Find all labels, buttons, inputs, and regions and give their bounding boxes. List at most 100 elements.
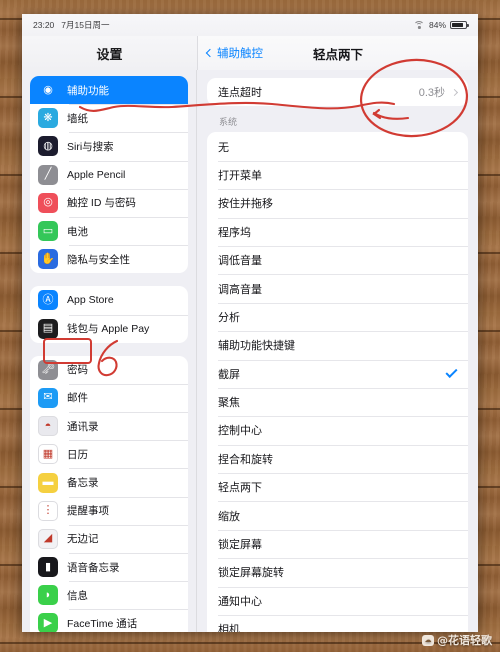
sidebar-item-label: 电池: [67, 225, 88, 238]
sidebar-item-8-g2[interactable]: ◗ 信息: [30, 581, 188, 609]
chevron-left-icon: [205, 48, 215, 58]
option-label: 捏合和旋转: [218, 453, 273, 466]
mail-icon: ✉: [38, 387, 58, 408]
option-row-5[interactable]: 调高音量: [207, 274, 468, 302]
sidebar-item-label: 邮件: [67, 392, 88, 405]
option-row-4[interactable]: 调低音量: [207, 245, 468, 274]
option-label: 聚焦: [218, 397, 240, 410]
battery-settings-icon: ▭: [38, 221, 58, 242]
option-row-14[interactable]: 锁定屏幕: [207, 529, 468, 558]
siri-icon: ◍: [38, 136, 58, 157]
option-label: 调高音量: [218, 283, 262, 296]
settings-title: 设置: [96, 46, 123, 62]
sidebar-item-label: 信息: [67, 589, 88, 602]
sidebar-item-label: Siri与搜索: [67, 140, 114, 153]
option-row-0[interactable]: 无: [207, 132, 468, 160]
option-row-9[interactable]: 聚焦: [207, 387, 468, 416]
sidebar-item-2-g2[interactable]: ◓ 通讯录: [30, 412, 188, 440]
sidebar-item-5-g2[interactable]: ⋮ 提醒事项: [30, 496, 188, 525]
app-store-icon: Ⓐ: [38, 290, 58, 311]
sidebar-item-2-g0[interactable]: ◍ Siri与搜索: [30, 132, 188, 160]
sidebar-item-1-g0[interactable]: ❋ 墙纸: [30, 104, 188, 132]
apple-pencil-icon: ╱: [38, 164, 58, 185]
sidebar-item-0-g1[interactable]: Ⓐ App Store: [30, 286, 188, 314]
sidebar-item-label: FaceTime 通话: [67, 617, 138, 630]
chevron-right-icon: [450, 88, 459, 96]
option-row-12[interactable]: 轻点两下: [207, 473, 468, 501]
option-row-2[interactable]: 按住并拖移: [207, 189, 468, 217]
sidebar-item-label: 日历: [67, 448, 88, 461]
sidebar-item-4-g0[interactable]: ◎ 触控 ID 与密码: [30, 188, 188, 217]
sidebar-item-label: 触控 ID 与密码: [67, 197, 136, 210]
option-row-7[interactable]: 辅助功能快捷键: [207, 331, 468, 359]
sidebar-item-label: 密码: [67, 364, 88, 377]
watermark-text: @花语轻歌: [437, 634, 492, 647]
contacts-icon: ◓: [38, 416, 58, 437]
weibo-icon: ☁: [422, 634, 434, 646]
facetime-icon: ▶: [38, 613, 58, 632]
option-label: 调低音量: [218, 255, 262, 268]
option-label: 分析: [218, 311, 240, 324]
options-card: 无打开菜单按住并拖移程序坞调低音量调高音量分析辅助功能快捷键 截屏聚焦控制中心捏合…: [207, 132, 468, 632]
option-row-3[interactable]: 程序坞: [207, 217, 468, 246]
timeout-value: 0.3秒: [418, 87, 445, 100]
back-button[interactable]: 辅助触控: [198, 45, 263, 61]
sidebar-item-1-g1[interactable]: ▤ 钱包与 Apple Pay: [30, 314, 188, 343]
notes-icon: ▬: [38, 472, 58, 493]
sidebar-item-label: 墙纸: [67, 112, 88, 125]
sidebar-group: Ⓐ App Store ▤ 钱包与 Apple Pay: [30, 286, 188, 343]
option-row-8[interactable]: 截屏: [207, 359, 468, 388]
option-label: 按住并拖移: [218, 198, 273, 211]
option-label: 轻点两下: [218, 482, 262, 495]
settings-sidebar[interactable]: ◉ 辅助功能 ❋ 墙纸 ◍ Siri与搜索 ╱ Apple Pencil ◎ 触控 ID 与密码 ▭…: [22, 70, 197, 632]
reminders-icon: ⋮: [38, 500, 58, 521]
sidebar-item-label: 隐私与安全性: [67, 253, 130, 266]
sidebar-item-6-g2[interactable]: ◢ 无边记: [30, 524, 188, 553]
sidebar-item-7-g2[interactable]: ▮ 语音备忘录: [30, 553, 188, 581]
back-button-label: 辅助触控: [217, 48, 263, 60]
sidebar-item-label: 通讯录: [67, 420, 99, 433]
sidebar-item-label: 备忘录: [67, 477, 99, 490]
sidebar-item-6-g0[interactable]: ✋ 隐私与安全性: [30, 245, 188, 273]
option-label: 程序坞: [218, 226, 251, 239]
sidebar-item-label: 语音备忘录: [67, 561, 120, 574]
battery-percent-label: 84%: [428, 20, 446, 30]
sidebar-item-9-g2[interactable]: ▶ FaceTime 通话: [30, 609, 188, 632]
option-row-1[interactable]: 打开菜单: [207, 160, 468, 189]
sidebar-item-5-g0[interactable]: ▭ 电池: [30, 216, 188, 245]
sidebar-item-3-g2[interactable]: ▦ 日历: [30, 440, 188, 468]
option-row-15[interactable]: 锁定屏幕旋转: [207, 558, 468, 586]
option-row-17[interactable]: 相机: [207, 615, 468, 632]
sidebar-item-1-g2[interactable]: ✉ 邮件: [30, 383, 188, 412]
checkmark-icon: [445, 366, 458, 379]
option-label: 锁定屏幕旋转: [218, 567, 284, 580]
status-time: 23:20: [33, 20, 55, 30]
sidebar-item-label: 辅助功能: [67, 84, 109, 97]
sidebar-item-3-g0[interactable]: ╱ Apple Pencil: [30, 160, 188, 189]
wallet-icon: ▤: [38, 318, 58, 339]
status-bar-left: 23:20 7月15日周一: [22, 19, 109, 31]
detail-header: 辅助触控 轻点两下: [197, 36, 478, 70]
messages-icon: ◗: [38, 585, 58, 606]
sidebar-header: 设置: [22, 36, 197, 70]
section-header-system: 系统: [219, 117, 238, 128]
sidebar-item-0-g2[interactable]: 🗝 密码: [30, 356, 188, 384]
option-row-13[interactable]: 缩放: [207, 501, 468, 529]
sidebar-item-4-g2[interactable]: ▬ 备忘录: [30, 468, 188, 496]
row-connect-timeout[interactable]: 连点超时 0.3秒: [207, 78, 468, 106]
option-label: 截屏: [218, 368, 240, 381]
sidebar-item-label: 钱包与 Apple Pay: [67, 323, 150, 336]
timeout-label: 连点超时: [218, 87, 262, 100]
watermark: ☁ @花语轻歌: [422, 632, 492, 648]
option-row-11[interactable]: 捏合和旋转: [207, 444, 468, 473]
navigation-bar: 设置 辅助触控 轻点两下: [22, 36, 478, 70]
sidebar-item-0-g0[interactable]: ◉ 辅助功能: [30, 76, 188, 105]
option-label: 辅助功能快捷键: [218, 340, 295, 353]
detail-pane[interactable]: 连点超时 0.3秒 系统 无打开菜单按住并拖移程序坞调低音量调高音量分析辅助功能…: [197, 70, 478, 632]
option-row-10[interactable]: 控制中心: [207, 416, 468, 444]
option-row-16[interactable]: 通知中心: [207, 586, 468, 615]
privacy-icon: ✋: [38, 249, 58, 270]
option-label: 缩放: [218, 510, 240, 523]
option-label: 锁定屏幕: [218, 539, 262, 552]
option-row-6[interactable]: 分析: [207, 302, 468, 331]
